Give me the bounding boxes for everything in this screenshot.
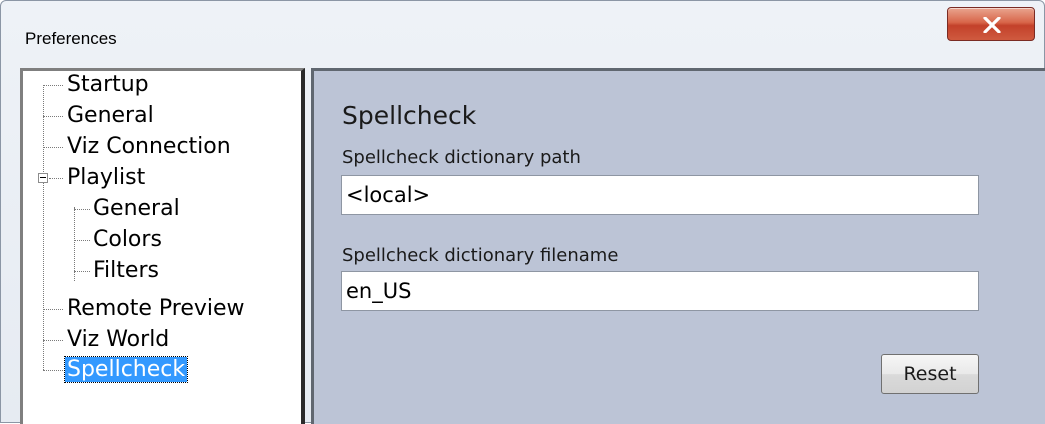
dictionary-path-label: Spellcheck dictionary path xyxy=(342,147,581,168)
tree-item-playlist[interactable]: Playlist xyxy=(65,164,147,192)
title-bar[interactable]: Preferences xyxy=(1,1,1044,63)
tree-item-playlist-colors[interactable]: Colors xyxy=(91,226,164,254)
collapse-minus-icon[interactable] xyxy=(38,173,48,183)
tree-connector xyxy=(43,116,63,117)
tree-item-label: Spellcheck xyxy=(63,356,189,383)
preferences-window: Preferences Startup General Viz Connecti… xyxy=(0,0,1045,424)
spellcheck-settings-panel: Spellcheck Spellcheck dictionary path Sp… xyxy=(311,68,1045,424)
tree-connector xyxy=(74,207,75,281)
close-button[interactable] xyxy=(947,7,1035,41)
tree-item-label: Playlist xyxy=(67,165,146,190)
tree-item-playlist-filters[interactable]: Filters xyxy=(91,257,161,285)
tree-item-general[interactable]: General xyxy=(65,102,156,130)
tree-item-label: General xyxy=(67,103,154,128)
tree-connector xyxy=(43,370,63,371)
reset-button[interactable]: Reset xyxy=(881,354,979,394)
window-title: Preferences xyxy=(25,29,117,48)
tree-item-label: Remote Preview xyxy=(67,296,245,321)
close-x-icon xyxy=(983,17,1001,33)
tree-item-startup[interactable]: Startup xyxy=(65,71,151,99)
tree-item-label: Viz Connection xyxy=(67,134,231,159)
tree-connector xyxy=(74,209,90,210)
tree-item-label: Filters xyxy=(93,258,159,283)
tree-connector xyxy=(74,240,90,241)
tree-item-label: General xyxy=(93,196,180,221)
tree-item-viz-world[interactable]: Viz World xyxy=(65,326,171,354)
tree-connector xyxy=(74,271,90,272)
tree-item-label: Startup xyxy=(67,72,149,97)
tree-connector xyxy=(43,340,63,341)
tree-item-viz-connection[interactable]: Viz Connection xyxy=(65,133,233,161)
tree-connector xyxy=(49,178,63,179)
tree-item-label: Viz World xyxy=(67,327,170,352)
tree-connector xyxy=(43,85,44,370)
dictionary-filename-input[interactable] xyxy=(341,271,979,311)
dictionary-path-input[interactable] xyxy=(341,175,979,215)
tree-connector xyxy=(43,309,63,310)
tree-item-playlist-general[interactable]: General xyxy=(91,195,182,223)
preferences-tree[interactable]: Startup General Viz Connection Playlist … xyxy=(20,68,305,424)
tree-connector xyxy=(43,85,63,86)
dictionary-filename-label: Spellcheck dictionary filename xyxy=(342,245,619,266)
panel-title: Spellcheck xyxy=(342,101,477,130)
tree-item-label: Colors xyxy=(93,227,162,252)
tree-item-remote-preview[interactable]: Remote Preview xyxy=(65,295,247,323)
tree-connector xyxy=(43,147,63,148)
tree-item-spellcheck[interactable]: Spellcheck xyxy=(63,356,189,384)
